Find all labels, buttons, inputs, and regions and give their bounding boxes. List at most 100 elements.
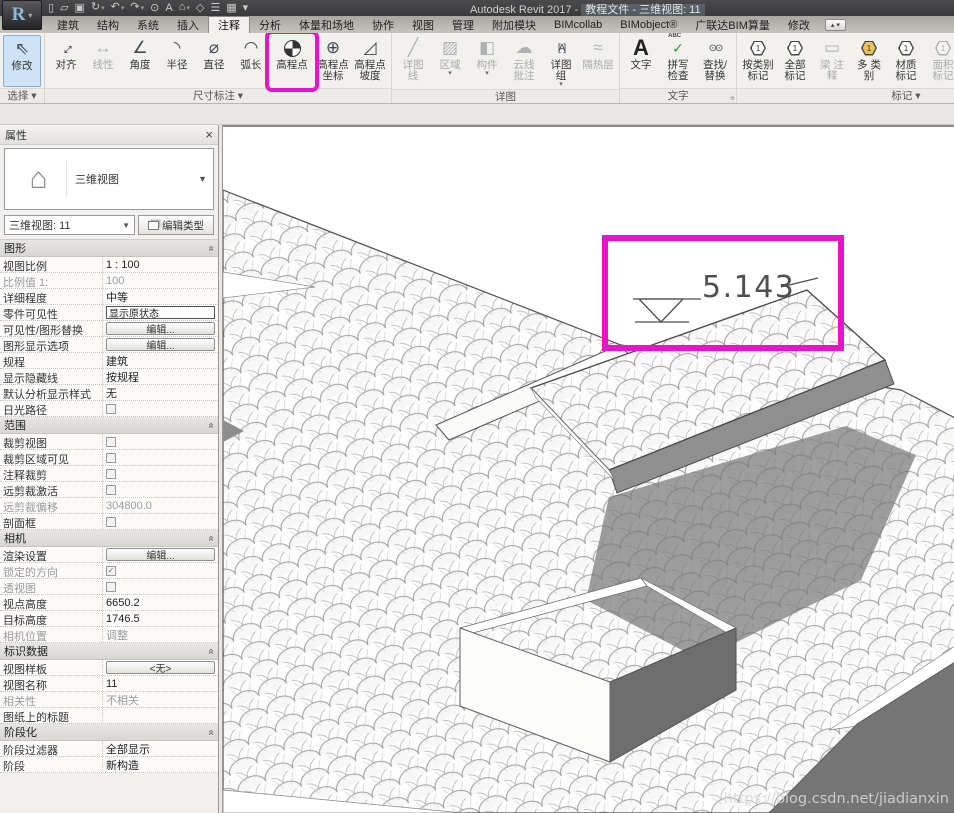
property-value-cell[interactable]: 6650.2 bbox=[103, 595, 218, 610]
drawing-area[interactable]: 5.143 https://blog.csdn.net/jiadianxin bbox=[222, 125, 954, 813]
property-edit-button[interactable]: 编辑... bbox=[106, 322, 215, 335]
tab-addins[interactable]: 附加模块 bbox=[483, 16, 545, 33]
chevron-down-icon[interactable]: ▾ bbox=[559, 82, 563, 88]
collapse-chevron-icon[interactable]: » bbox=[206, 422, 217, 428]
ribbon-collapse-button[interactable]: ▴ ▾ bbox=[825, 19, 846, 31]
close-hidden-windows-icon[interactable]: ▦ bbox=[226, 1, 236, 15]
spelling-button[interactable]: ✓ABC拼写 检查 bbox=[660, 35, 696, 87]
tab-glodon-bim[interactable]: 广联达BIM算量 bbox=[686, 16, 779, 33]
property-value-cell[interactable]: 1 : 100 bbox=[103, 257, 218, 272]
property-edit-button[interactable]: 编辑... bbox=[106, 548, 215, 561]
property-value-cell[interactable] bbox=[103, 482, 218, 497]
redo-icon[interactable]: ↷▾ bbox=[130, 0, 144, 16]
tab-massing-site[interactable]: 体量和场地 bbox=[290, 16, 363, 33]
tab-collaborate[interactable]: 协作 bbox=[363, 16, 403, 33]
tab-structure[interactable]: 结构 bbox=[88, 16, 128, 33]
type-selector[interactable]: ⌂ 三维视图 ▼ bbox=[4, 148, 214, 210]
material-tag-button[interactable]: 1材质 标记 bbox=[888, 35, 924, 87]
checkbox-input[interactable] bbox=[106, 517, 116, 527]
property-value-box[interactable]: 显示原状态 bbox=[106, 306, 215, 319]
property-edit-button[interactable]: <无> bbox=[106, 661, 215, 674]
aligned-dimension-button[interactable]: ↔对齐 bbox=[48, 35, 84, 87]
collapse-chevron-icon[interactable]: » bbox=[206, 648, 217, 654]
tab-systems[interactable]: 系统 bbox=[128, 16, 168, 33]
tab-bimcollab[interactable]: BIMcollab bbox=[545, 16, 611, 33]
spot-slope-button[interactable]: ◿高程点 坡度 bbox=[352, 35, 388, 87]
render-icon[interactable]: ◇ bbox=[196, 1, 204, 15]
property-value-cell[interactable]: 无 bbox=[103, 385, 218, 400]
checkbox-input[interactable] bbox=[106, 437, 116, 447]
property-value-cell[interactable] bbox=[103, 401, 218, 416]
tab-analyze[interactable]: 分析 bbox=[250, 16, 290, 33]
chevron-down-icon[interactable]: ▾ bbox=[448, 71, 452, 77]
property-value-cell[interactable]: 全部显示 bbox=[103, 741, 218, 756]
spot-coordinate-button[interactable]: ⊕高程点 坐标 bbox=[315, 35, 351, 87]
tab-architecture[interactable]: 建筑 bbox=[48, 16, 88, 33]
3d-view[interactable]: 5.143 https://blog.csdn.net/jiadianxin bbox=[223, 127, 954, 813]
multi-category-button[interactable]: 1多 类别 bbox=[851, 35, 887, 87]
property-value-cell[interactable]: 304800.0 bbox=[103, 498, 218, 513]
undo-icon[interactable]: ↶▾ bbox=[111, 0, 125, 16]
thin-lines-icon[interactable]: ☰ bbox=[210, 1, 220, 15]
property-value-cell[interactable] bbox=[103, 450, 218, 465]
property-value-cell[interactable]: 编辑... bbox=[103, 337, 218, 352]
property-value-cell[interactable]: 编辑... bbox=[103, 547, 218, 562]
diameter-dimension-button[interactable]: ⌀直径 bbox=[196, 35, 232, 87]
tab-bimobject[interactable]: BIMobject® bbox=[611, 16, 686, 33]
property-value-cell[interactable]: 中等 bbox=[103, 289, 218, 304]
new-file-icon[interactable]: ▯ bbox=[48, 1, 54, 15]
panel-detail-label[interactable]: 详图 bbox=[392, 89, 619, 104]
text-note-icon[interactable]: A bbox=[165, 1, 172, 15]
angular-dimension-button[interactable]: ∠角度 bbox=[122, 35, 158, 87]
modify-button[interactable]: ⇖修改 bbox=[3, 35, 41, 87]
arc-length-dimension-button[interactable]: ◠弧长 bbox=[233, 35, 269, 87]
measure-icon[interactable]: ⊙ bbox=[150, 1, 159, 15]
checkbox-input[interactable] bbox=[106, 469, 116, 479]
tag-all-button[interactable]: 1全部 标记 bbox=[777, 35, 813, 87]
detail-group-button[interactable]: [A]详图 组▾ bbox=[543, 35, 579, 89]
section-header[interactable]: 相机» bbox=[0, 530, 218, 547]
collapse-chevron-icon[interactable]: » bbox=[206, 245, 217, 251]
text-button[interactable]: A文字 bbox=[623, 35, 659, 87]
checkbox-input[interactable] bbox=[106, 485, 116, 495]
checkbox-input[interactable] bbox=[106, 582, 116, 592]
panel-select-label[interactable]: 选择 ▾ bbox=[0, 88, 44, 103]
property-value-cell[interactable] bbox=[103, 579, 218, 594]
section-header[interactable]: 阶段化» bbox=[0, 724, 218, 741]
property-value-cell[interactable]: <无> bbox=[103, 660, 218, 675]
tab-insert[interactable]: 插入 bbox=[168, 16, 208, 33]
revit-application-menu-button[interactable]: R ▾ bbox=[2, 0, 42, 30]
checkbox-checked-input[interactable]: ✓ bbox=[106, 566, 116, 576]
property-value-cell[interactable] bbox=[103, 708, 218, 723]
section-header[interactable]: 图形» bbox=[0, 240, 218, 257]
open-file-icon[interactable]: ▱ bbox=[60, 1, 68, 15]
spot-elevation-value[interactable]: 5.143 bbox=[702, 270, 795, 305]
tab-annotate[interactable]: 注释 bbox=[208, 16, 250, 33]
edit-type-button[interactable]: 编辑类型 bbox=[138, 215, 214, 235]
spot-elevation-button[interactable]: 高程点 bbox=[270, 35, 314, 87]
collapse-chevron-icon[interactable]: » bbox=[206, 535, 217, 541]
property-value-cell[interactable] bbox=[103, 466, 218, 481]
property-value-cell[interactable]: 编辑... bbox=[103, 321, 218, 336]
tab-modify[interactable]: 修改 bbox=[779, 16, 819, 33]
property-value-cell[interactable]: 显示原状态 bbox=[103, 305, 218, 320]
tag-by-category-button[interactable]: 1按类别 标记 bbox=[740, 35, 776, 87]
property-value-cell[interactable]: 新构造 bbox=[103, 757, 218, 772]
chevron-down-icon[interactable]: ▼ bbox=[122, 221, 130, 230]
chevron-down-icon[interactable]: ▼ bbox=[198, 174, 207, 184]
property-value-cell[interactable] bbox=[103, 514, 218, 529]
qat-customize-icon[interactable]: ▾ bbox=[243, 1, 249, 15]
property-value-cell[interactable] bbox=[103, 434, 218, 449]
close-icon[interactable]: × bbox=[205, 127, 213, 142]
default-3d-view-icon[interactable]: ⌂▾ bbox=[179, 0, 190, 16]
panel-dimension-label[interactable]: 尺寸标注 ▾ bbox=[45, 88, 391, 103]
find-replace-button[interactable]: ⊙⊙查找/ 替换 bbox=[697, 35, 733, 87]
radial-dimension-button[interactable]: ◝半径 bbox=[159, 35, 195, 87]
property-value-cell[interactable]: 建筑 bbox=[103, 353, 218, 368]
properties-header[interactable]: 属性 × bbox=[0, 125, 218, 145]
property-value-cell[interactable]: 不相关 bbox=[103, 692, 218, 707]
panel-text-label[interactable]: 文字» bbox=[620, 88, 736, 103]
property-value-cell[interactable]: 11 bbox=[103, 676, 218, 691]
property-value-cell[interactable]: ✓ bbox=[103, 563, 218, 578]
checkbox-input[interactable] bbox=[106, 404, 116, 414]
